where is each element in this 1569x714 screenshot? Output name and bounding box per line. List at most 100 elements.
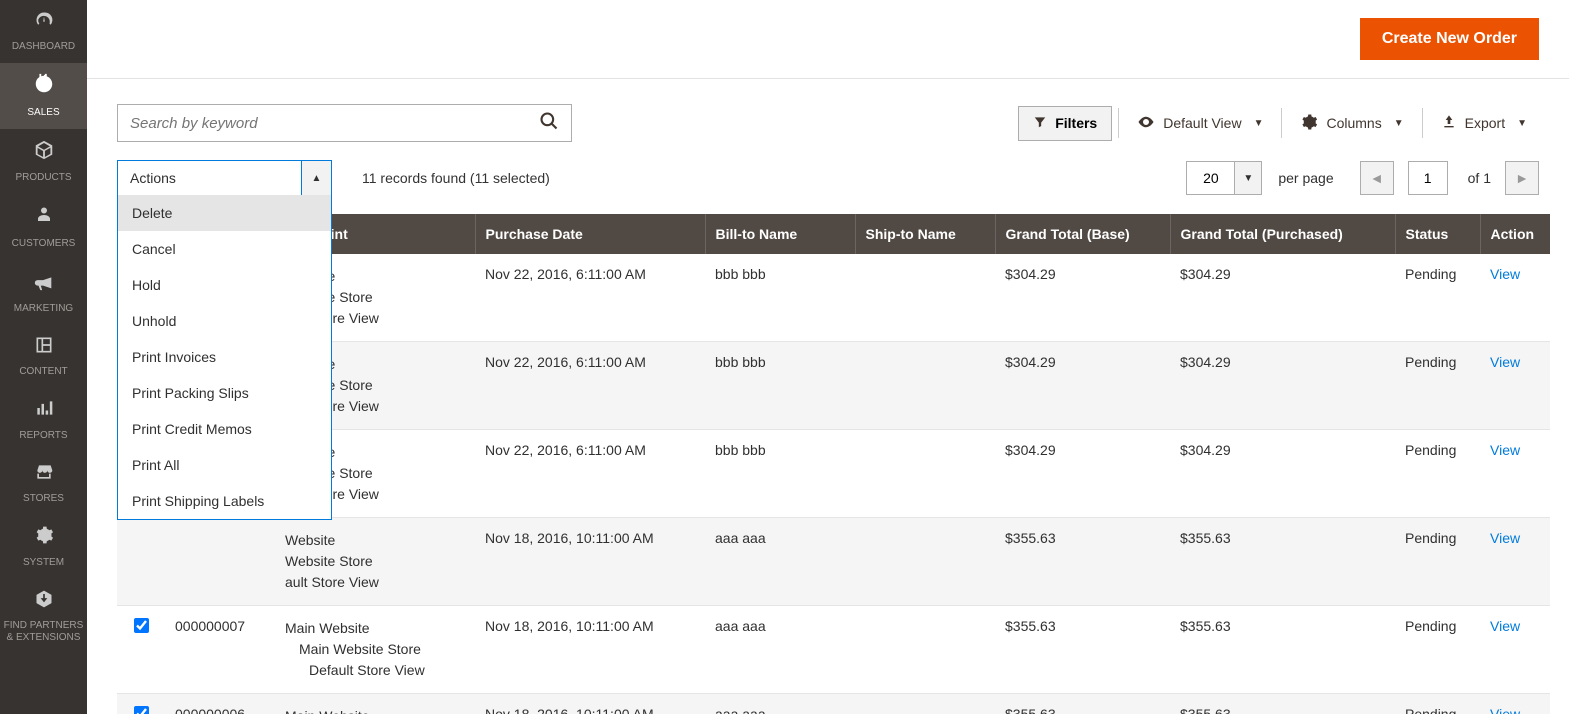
action-item-print-shipping-labels[interactable]: Print Shipping Labels: [118, 483, 331, 519]
nav-system[interactable]: SYSTEM: [0, 515, 87, 578]
filters-label: Filters: [1055, 115, 1097, 131]
actions-dropdown-button[interactable]: Actions ▲: [117, 160, 332, 196]
customers-icon: [35, 204, 53, 232]
action-item-hold[interactable]: Hold: [118, 267, 331, 303]
nav-label: SYSTEM: [23, 557, 64, 569]
action-item-print-invoices[interactable]: Print Invoices: [118, 339, 331, 375]
cell-ship: [855, 342, 995, 430]
nav-find-partners-extensions[interactable]: FIND PARTNERS & EXTENSIONS: [0, 579, 87, 654]
cell-id: 000000006: [165, 694, 275, 714]
col-grand-total-purchased[interactable]: Grand Total (Purchased): [1170, 214, 1395, 254]
cell-bill: aaa aaa: [705, 518, 855, 606]
nav-products[interactable]: PRODUCTS: [0, 129, 87, 194]
per-page-input[interactable]: [1186, 161, 1234, 195]
nav-dashboard[interactable]: DASHBOARD: [0, 0, 87, 63]
eye-icon: [1137, 113, 1155, 134]
search-box: [117, 104, 572, 142]
action-item-delete[interactable]: Delete: [118, 195, 331, 231]
action-item-cancel[interactable]: Cancel: [118, 231, 331, 267]
col-action[interactable]: Action: [1480, 214, 1550, 254]
col-status[interactable]: Status: [1395, 214, 1480, 254]
cell-gtp: $304.29: [1170, 254, 1395, 342]
cell-date: Nov 22, 2016, 6:11:00 AM: [475, 342, 705, 430]
cell-gtb: $304.29: [995, 254, 1170, 342]
cell-status: Pending: [1395, 518, 1480, 606]
cell-status: Pending: [1395, 606, 1480, 694]
stores-icon: [33, 462, 55, 488]
funnel-icon: [1033, 115, 1047, 132]
nav-customers[interactable]: CUSTOMERS: [0, 194, 87, 259]
nav-label: DASHBOARD: [12, 41, 75, 53]
actions-label: Actions: [118, 170, 301, 186]
view-link[interactable]: View: [1490, 618, 1520, 634]
export-icon: [1441, 114, 1457, 133]
cell-id: 000000007: [165, 606, 275, 694]
table-row[interactable]: 000000006Main WebsiteMain Website StoreD…: [117, 694, 1550, 714]
cell-id: [165, 518, 275, 606]
col-bill-to[interactable]: Bill-to Name: [705, 214, 855, 254]
view-link[interactable]: View: [1490, 266, 1520, 282]
create-new-order-button[interactable]: Create New Order: [1360, 18, 1539, 60]
table-row[interactable]: 000000007Main WebsiteMain Website StoreD…: [117, 606, 1550, 694]
cell-bill: aaa aaa: [705, 606, 855, 694]
nav-label: CUSTOMERS: [12, 238, 76, 250]
columns-dropdown[interactable]: Columns ▼: [1288, 105, 1415, 142]
view-link[interactable]: View: [1490, 530, 1520, 546]
default-view-dropdown[interactable]: Default View ▼: [1125, 105, 1275, 142]
cell-status: Pending: [1395, 694, 1480, 714]
view-link[interactable]: View: [1490, 442, 1520, 458]
cell-ship: [855, 254, 995, 342]
per-page-caret[interactable]: ▼: [1234, 161, 1262, 195]
table-row[interactable]: WebsiteWebsite Storeault Store ViewNov 1…: [117, 518, 1550, 606]
sales-icon: [33, 73, 55, 101]
page-of-label: of 1: [1468, 170, 1491, 186]
cell-purchase-point: Main WebsiteMain Website StoreDefault St…: [275, 606, 475, 694]
cell-ship: [855, 694, 995, 714]
view-link[interactable]: View: [1490, 706, 1520, 714]
nav-marketing[interactable]: MARKETING: [0, 260, 87, 325]
col-grand-total-base[interactable]: Grand Total (Base): [995, 214, 1170, 254]
export-dropdown[interactable]: Export ▼: [1429, 106, 1539, 141]
actions-dropdown: Actions ▲ DeleteCancelHoldUnholdPrint In…: [117, 160, 332, 196]
dashboard-icon: [32, 10, 56, 36]
cell-purchase-point: WebsiteWebsite Storeault Store View: [275, 518, 475, 606]
nav-label: PRODUCTS: [15, 172, 71, 184]
partners-icon: [33, 589, 55, 615]
main-content: Create New Order Filters: [87, 0, 1569, 714]
filters-button[interactable]: Filters: [1018, 106, 1112, 141]
next-page-button[interactable]: ►: [1505, 161, 1539, 195]
products-icon: [33, 139, 55, 167]
cell-bill: aaa aaa: [705, 694, 855, 714]
nav-sales[interactable]: SALES: [0, 63, 87, 128]
row-checkbox[interactable]: [134, 618, 149, 633]
search-icon[interactable]: [527, 111, 571, 136]
cell-bill: bbb bbb: [705, 342, 855, 430]
row-checkbox[interactable]: [134, 706, 149, 714]
page-header: Create New Order: [87, 0, 1569, 79]
cell-gtb: $355.63: [995, 694, 1170, 714]
cell-gtp: $304.29: [1170, 342, 1395, 430]
cell-status: Pending: [1395, 254, 1480, 342]
view-link[interactable]: View: [1490, 354, 1520, 370]
action-item-print-packing-slips[interactable]: Print Packing Slips: [118, 375, 331, 411]
cell-date: Nov 18, 2016, 10:11:00 AM: [475, 518, 705, 606]
nav-content[interactable]: CONTENT: [0, 325, 87, 388]
nav-label: FIND PARTNERS & EXTENSIONS: [2, 620, 85, 644]
per-page-label: per page: [1278, 170, 1333, 186]
search-input[interactable]: [118, 105, 527, 141]
cell-ship: [855, 606, 995, 694]
col-ship-to[interactable]: Ship-to Name: [855, 214, 995, 254]
action-item-print-credit-memos[interactable]: Print Credit Memos: [118, 411, 331, 447]
cell-bill: bbb bbb: [705, 254, 855, 342]
nav-label: STORES: [23, 493, 64, 505]
page-input[interactable]: [1408, 161, 1448, 195]
action-item-print-all[interactable]: Print All: [118, 447, 331, 483]
action-item-unhold[interactable]: Unhold: [118, 303, 331, 339]
nav-stores[interactable]: STORES: [0, 452, 87, 515]
nav-label: MARKETING: [14, 303, 73, 315]
col-purchase-date[interactable]: Purchase Date: [475, 214, 705, 254]
nav-label: REPORTS: [19, 430, 67, 442]
cell-gtp: $355.63: [1170, 518, 1395, 606]
prev-page-button[interactable]: ◄: [1360, 161, 1394, 195]
nav-reports[interactable]: REPORTS: [0, 388, 87, 451]
